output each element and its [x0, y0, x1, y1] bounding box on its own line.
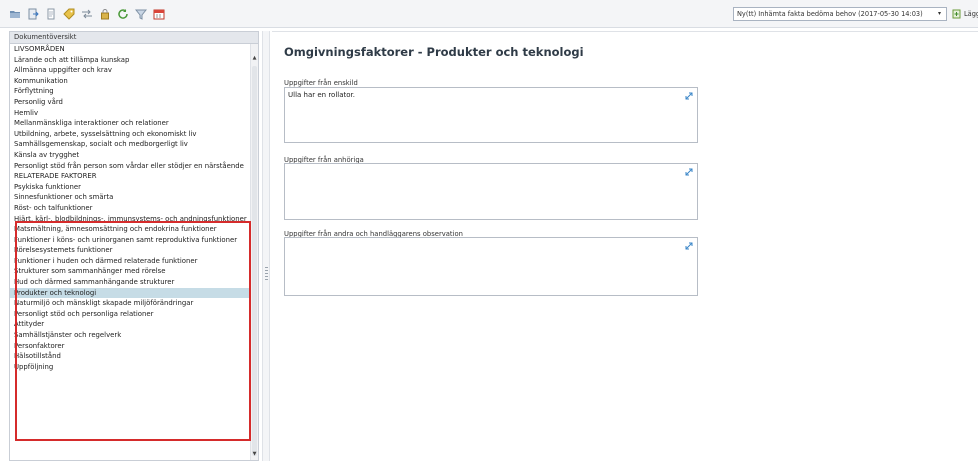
sidebar-item[interactable]: Samhällsgemenskap, socialt och medborger…: [10, 139, 251, 150]
sidebar-item[interactable]: Produkter och teknologi: [10, 287, 251, 299]
sidebar-item[interactable]: Matsmältning, ämnesomsättning och endokr…: [10, 224, 251, 235]
expand-icon[interactable]: [685, 92, 693, 100]
sidebar-item[interactable]: Funktioner i köns- och urinorganen samt …: [10, 235, 251, 246]
toolbar: Ny(tt) Inhämta fakta bedöma behov (2017-…: [0, 0, 978, 28]
sidebar-item[interactable]: Uppföljning: [10, 362, 251, 373]
document-icon[interactable]: [44, 7, 57, 20]
expand-icon[interactable]: [685, 168, 693, 176]
textarea-enskild-value: Ulla har en rollator.: [288, 91, 355, 99]
assessment-select-value: Ny(tt) Inhämta fakta bedöma behov (2017-…: [737, 10, 923, 18]
sidebar-item[interactable]: Rörelsesystemets funktioner: [10, 245, 251, 256]
main-content: Omgivningsfaktorer - Produkter och tekno…: [272, 31, 978, 461]
export-icon[interactable]: [26, 7, 39, 20]
page-title: Omgivningsfaktorer - Produkter och tekno…: [284, 45, 584, 59]
sidebar-item[interactable]: Funktioner i huden och därmed relaterade…: [10, 256, 251, 267]
sidebar-item[interactable]: Kommunikation: [10, 76, 251, 87]
sidebar-item[interactable]: Personfaktorer: [10, 341, 251, 352]
sidebar-item[interactable]: Allmänna uppgifter och krav: [10, 65, 251, 76]
scroll-up-icon[interactable]: ▲: [251, 54, 258, 62]
sidebar-item[interactable]: Utbildning, arbete, sysselsättning och e…: [10, 129, 251, 140]
filter-icon[interactable]: [134, 7, 147, 20]
panel-splitter[interactable]: [262, 31, 270, 461]
sidebar-item[interactable]: LIVSOMRÅDEN: [10, 44, 251, 55]
textarea-anhoriga[interactable]: [284, 163, 698, 220]
panel-header: Dokumentöversikt: [10, 32, 258, 44]
textarea-observation[interactable]: [284, 237, 698, 296]
sidebar-item[interactable]: Känsla av trygghet: [10, 150, 251, 161]
add-document-icon: [952, 9, 961, 19]
document-list: LIVSOMRÅDEN Lärande och att tillämpa kuns…: [10, 44, 251, 372]
chevron-down-icon[interactable]: ▾: [934, 9, 945, 19]
sidebar-item[interactable]: Samhällstjänster och regelverk: [10, 330, 251, 341]
textarea-enskild[interactable]: Ulla har en rollator.: [284, 87, 698, 143]
refresh-icon[interactable]: [116, 7, 129, 20]
scrollbar[interactable]: ▲ ▼: [250, 44, 258, 460]
sidebar-item[interactable]: Naturmiljö och mänskligt skapade miljöfö…: [10, 298, 251, 309]
calendar-icon[interactable]: [152, 7, 165, 20]
sidebar-item[interactable]: Personligt stöd och personliga relatione…: [10, 309, 251, 320]
add-button-label: Lägg: [964, 10, 978, 18]
sidebar-item[interactable]: Strukturer som sammanhänger med rörelse: [10, 266, 251, 277]
sidebar-item[interactable]: Mellanmänskliga interaktioner och relati…: [10, 118, 251, 129]
document-overview-panel: Dokumentöversikt LIVSOMRÅDEN Lärande och …: [9, 31, 259, 461]
sidebar-item[interactable]: RELATERADE FAKTORER: [10, 171, 251, 182]
sidebar-item[interactable]: Personligt stöd från person som vårdar e…: [10, 161, 251, 172]
sidebar-item[interactable]: Hjärt, kärl-, blodbildnings-, immunsyste…: [10, 214, 251, 225]
sidebar-item[interactable]: Röst- och talfunktioner: [10, 203, 251, 214]
sidebar-item[interactable]: Hud och därmed sammanhängande strukturer: [10, 277, 251, 288]
sidebar-item[interactable]: Hemliv: [10, 108, 251, 119]
toolbar-icons: [8, 7, 165, 20]
scroll-thumb[interactable]: [252, 66, 257, 456]
open-icon[interactable]: [8, 7, 21, 20]
sidebar-item[interactable]: Psykiska funktioner: [10, 182, 251, 193]
add-button[interactable]: Lägg: [952, 7, 978, 21]
transfer-icon[interactable]: [80, 7, 93, 20]
sidebar-item[interactable]: Sinnesfunktioner och smärta: [10, 192, 251, 203]
tag-icon[interactable]: [62, 7, 75, 20]
sidebar-item[interactable]: Hälsotillstånd: [10, 351, 251, 362]
sidebar-item[interactable]: Lärande och att tillämpa kunskap: [10, 55, 251, 66]
lock-icon[interactable]: [98, 7, 111, 20]
sidebar-item[interactable]: Personlig vård: [10, 97, 251, 108]
splitter-grip-icon[interactable]: [265, 267, 268, 281]
field-label-enskild: Uppgifter från enskild: [284, 79, 358, 87]
sidebar-item[interactable]: Förflyttning: [10, 86, 251, 97]
assessment-select[interactable]: Ny(tt) Inhämta fakta bedöma behov (2017-…: [733, 7, 947, 21]
sidebar-item[interactable]: Attityder: [10, 319, 251, 330]
scroll-down-icon[interactable]: ▼: [251, 450, 258, 458]
expand-icon[interactable]: [685, 242, 693, 250]
